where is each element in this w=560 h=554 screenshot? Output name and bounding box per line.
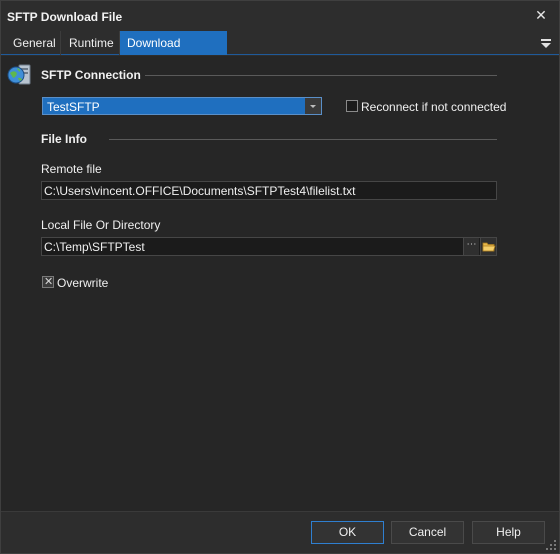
connection-combobox[interactable]: TestSFTP (42, 97, 322, 115)
tab-download-options[interactable]: Download Options (120, 31, 227, 74)
connection-selected-value: TestSFTP (47, 100, 100, 114)
chevron-down-icon[interactable] (305, 98, 321, 114)
tab-bar: General Runtime Download Options (1, 31, 559, 74)
window-title: SFTP Download File (7, 10, 123, 24)
section-title-file-info: File Info (41, 132, 87, 146)
close-icon[interactable]: ✕ (533, 7, 549, 23)
local-file-value: C:\Temp\SFTPTest (44, 240, 145, 254)
check-x-icon: ✕ (44, 276, 54, 288)
title-bar: SFTP Download File ✕ (1, 1, 559, 31)
section-title-sftp-connection: SFTP Connection (41, 68, 141, 82)
help-button[interactable]: Help (472, 521, 545, 544)
section-divider (109, 139, 497, 140)
cancel-button[interactable]: Cancel (391, 521, 464, 544)
tab-divider (60, 31, 61, 55)
reconnect-label: Reconnect if not connected (361, 100, 507, 114)
sftp-globe-icon (7, 63, 33, 87)
ellipsis-icon[interactable]: ⋯ (463, 238, 479, 255)
tab-runtime[interactable]: Runtime (62, 31, 121, 55)
dialog-window: SFTP Download File ✕ General Runtime Dow… (0, 0, 560, 554)
resize-grip-icon[interactable] (546, 540, 556, 550)
local-file-label: Local File Or Directory (41, 218, 161, 232)
remote-file-value: C:\Users\vincent.OFFICE\Documents\SFTPTe… (44, 184, 356, 198)
folder-icon[interactable] (480, 238, 496, 255)
remote-file-label: Remote file (41, 162, 102, 176)
tab-general[interactable]: General (6, 31, 63, 55)
reconnect-checkbox[interactable] (346, 100, 358, 112)
footer-bar: OK Cancel Help (1, 511, 559, 553)
local-file-input[interactable]: C:\Temp\SFTPTest ⋯ (41, 237, 497, 256)
section-divider (145, 75, 497, 76)
tab-menu-icon[interactable] (539, 35, 553, 51)
ok-button[interactable]: OK (311, 521, 384, 544)
overwrite-label: Overwrite (57, 276, 109, 290)
overwrite-checkbox[interactable]: ✕ (42, 276, 54, 288)
remote-file-input[interactable]: C:\Users\vincent.OFFICE\Documents\SFTPTe… (41, 181, 497, 200)
